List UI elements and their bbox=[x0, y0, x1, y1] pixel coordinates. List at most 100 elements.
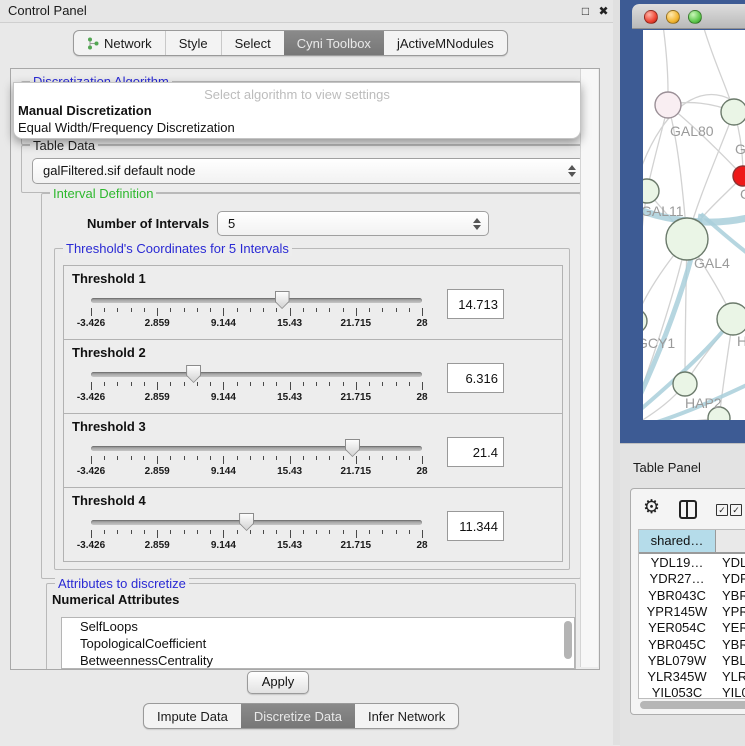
tick-label: 2.859 bbox=[145, 540, 170, 551]
tick-label: 28 bbox=[416, 466, 427, 477]
threshold-slider[interactable]: -3.4262.8599.14415.4321.71528 bbox=[91, 515, 422, 551]
cell-shared-name[interactable]: YDL19… bbox=[639, 555, 715, 570]
table-row[interactable]: YPR145W YPR1 bbox=[639, 604, 745, 620]
cell-name[interactable]: YBR0 bbox=[722, 588, 745, 603]
apply-button[interactable]: Apply bbox=[247, 671, 309, 694]
slider-thumb[interactable] bbox=[186, 365, 201, 383]
cell-shared-name[interactable]: YPR145W bbox=[639, 604, 715, 619]
float-window-icon[interactable]: □ bbox=[578, 4, 593, 19]
tab-discretize-data[interactable]: Discretize Data bbox=[241, 704, 355, 728]
tab-select[interactable]: Select bbox=[221, 31, 284, 55]
threshold-value-field[interactable] bbox=[447, 511, 504, 541]
tick-mark bbox=[396, 382, 397, 386]
node-gal80[interactable] bbox=[655, 92, 681, 118]
select-all-columns-icon[interactable]: ✓ bbox=[730, 504, 742, 516]
split-columns-icon[interactable] bbox=[679, 500, 697, 519]
attribute-item-betweennesscentrality[interactable]: BetweennessCentrality bbox=[62, 652, 574, 669]
threshold-slider[interactable]: -3.4262.8599.14415.4321.71528 bbox=[91, 367, 422, 403]
cell-shared-name[interactable]: YBL079W bbox=[639, 653, 715, 668]
node-gal11[interactable] bbox=[643, 179, 659, 203]
slider-track[interactable] bbox=[91, 298, 422, 303]
slider-thumb[interactable] bbox=[239, 513, 254, 531]
node[interactable] bbox=[717, 303, 745, 335]
tab-style[interactable]: Style bbox=[165, 31, 221, 55]
threshold-value-field[interactable] bbox=[447, 289, 504, 319]
cell-name[interactable]: YBL0 bbox=[722, 653, 745, 668]
close-traffic-icon[interactable] bbox=[644, 10, 658, 24]
cell-shared-name[interactable]: YBR043C bbox=[639, 588, 715, 603]
tick-label: 21.715 bbox=[341, 392, 372, 403]
network-edge[interactable] bbox=[663, 30, 668, 92]
column-header-shared-name[interactable]: shared… bbox=[639, 530, 716, 554]
threshold-slider[interactable]: -3.4262.8599.14415.4321.71528 bbox=[91, 441, 422, 477]
table-row[interactable]: YBR045C YBR0 bbox=[639, 637, 745, 653]
table-row[interactable]: YDL19… YDL1 bbox=[639, 555, 745, 571]
cell-shared-name[interactable]: YER054C bbox=[639, 620, 715, 635]
tick-mark bbox=[237, 456, 238, 460]
minimize-traffic-icon[interactable] bbox=[666, 10, 680, 24]
tab-jactivemnodules[interactable]: jActiveMNodules bbox=[384, 31, 507, 55]
slider-thumb[interactable] bbox=[275, 291, 290, 309]
select-columns-icon[interactable]: ✓ bbox=[716, 504, 728, 516]
table-row[interactable]: YBL079W YBL0 bbox=[639, 653, 745, 669]
tab-network[interactable]: Network bbox=[74, 31, 165, 55]
network-canvas[interactable]: GAL80GAGAL11CGAL4GCY1HHAP2 bbox=[643, 30, 745, 420]
cell-name[interactable]: YLR3 bbox=[722, 669, 745, 684]
close-icon[interactable]: ✖ bbox=[596, 4, 611, 19]
cell-shared-name[interactable]: YBR045C bbox=[639, 637, 715, 652]
attribute-item-topologicalcoefficient[interactable]: TopologicalCoefficient bbox=[62, 635, 574, 652]
cell-shared-name[interactable]: YLR345W bbox=[639, 669, 715, 684]
tab-impute-data[interactable]: Impute Data bbox=[144, 704, 241, 728]
cell-name[interactable]: YPR1 bbox=[722, 604, 745, 619]
node-gal4[interactable] bbox=[666, 218, 708, 260]
table-hscrollbar-thumb[interactable] bbox=[640, 701, 745, 709]
column-header-name[interactable]: na bbox=[716, 530, 745, 554]
attribute-item-selfloops[interactable]: SelfLoops bbox=[62, 618, 574, 635]
group-title: Table Data bbox=[30, 138, 98, 153]
tab-cyni-toolbox[interactable]: Cyni Toolbox bbox=[284, 31, 384, 55]
cell-shared-name[interactable]: YDR27… bbox=[639, 571, 715, 586]
cell-name[interactable]: YER0 bbox=[722, 620, 745, 635]
number-of-intervals-combobox[interactable]: 5 bbox=[217, 211, 489, 236]
slider-track[interactable] bbox=[91, 446, 422, 451]
tab-infer-network[interactable]: Infer Network bbox=[355, 704, 458, 728]
numerical-attributes-list[interactable]: SelfLoopsTopologicalCoefficientBetweenne… bbox=[61, 617, 575, 669]
split-pane-divider[interactable] bbox=[613, 0, 620, 745]
threshold-value-field[interactable] bbox=[447, 437, 504, 467]
threshold-slider[interactable]: -3.4262.8599.14415.4321.71528 bbox=[91, 293, 422, 329]
tick-mark bbox=[409, 382, 410, 386]
network-edge[interactable] bbox=[685, 239, 687, 384]
table-data-combobox[interactable]: galFiltered.sif default node bbox=[32, 158, 584, 184]
node-hap2[interactable] bbox=[673, 372, 697, 396]
cell-name[interactable]: YDR2 bbox=[722, 571, 745, 586]
table-row[interactable]: YLR345W YLR3 bbox=[639, 669, 745, 685]
cell-name[interactable]: YBR0 bbox=[722, 637, 745, 652]
tab-label: Impute Data bbox=[157, 709, 228, 724]
content-scrollbar-track[interactable] bbox=[580, 69, 598, 667]
popup-option-equal-width-frequency[interactable]: Equal Width/Frequency Discretization bbox=[18, 120, 235, 135]
zoom-traffic-icon[interactable] bbox=[688, 10, 702, 24]
table-row[interactable]: YIL053C YIL0 bbox=[639, 685, 745, 699]
slider-thumb[interactable] bbox=[345, 439, 360, 457]
tick-mark bbox=[276, 308, 277, 312]
node[interactable] bbox=[721, 99, 745, 125]
tick-mark bbox=[343, 382, 344, 386]
table-row[interactable]: YBR043C YBR0 bbox=[639, 588, 745, 604]
gear-icon[interactable]: ⚙ bbox=[643, 497, 660, 519]
node-red[interactable] bbox=[733, 166, 745, 186]
slider-track[interactable] bbox=[91, 372, 422, 377]
network-window-titlebar[interactable] bbox=[632, 4, 745, 29]
table-row[interactable]: YDR27… YDR2 bbox=[639, 571, 745, 587]
tick-mark bbox=[276, 382, 277, 386]
table-row[interactable]: YER054C YER0 bbox=[639, 620, 745, 636]
list-scrollbar[interactable] bbox=[564, 621, 572, 659]
slider-track[interactable] bbox=[91, 520, 422, 525]
cell-name[interactable]: YDL1 bbox=[722, 555, 745, 570]
node-table[interactable]: shared… na YDL19…YDL1YDR27…YDR2YBR043CYB… bbox=[638, 529, 745, 699]
threshold-value-field[interactable] bbox=[447, 363, 504, 393]
tick-mark bbox=[329, 456, 330, 460]
popup-option-manual-discretization[interactable]: Manual Discretization bbox=[18, 103, 152, 118]
cell-shared-name[interactable]: YIL053C bbox=[639, 685, 715, 699]
cell-name[interactable]: YIL0 bbox=[722, 685, 745, 699]
node-gcy1[interactable] bbox=[643, 309, 647, 333]
